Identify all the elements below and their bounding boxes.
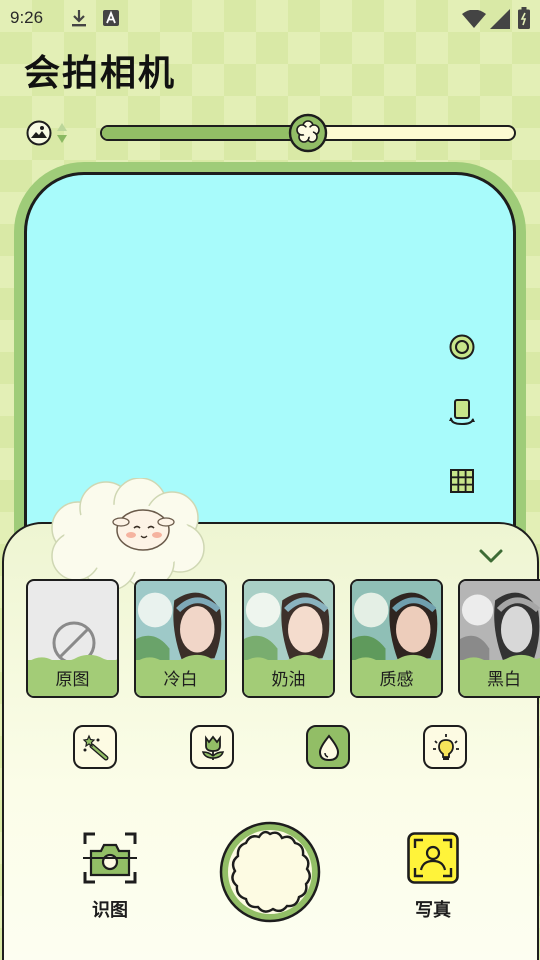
tulip-icon — [199, 734, 227, 766]
recognize-image-label: 识图 — [92, 900, 128, 921]
status-time: 9:26 — [10, 8, 44, 27]
a-notification-icon — [103, 10, 119, 30]
rotate-camera-icon[interactable] — [448, 398, 476, 426]
filter-cream[interactable]: 奶油 — [242, 579, 335, 698]
sheep-mascot — [48, 477, 206, 591]
filter-label: 原图 — [55, 670, 90, 690]
chevron-down-icon[interactable] — [478, 546, 504, 566]
signal-icon — [490, 9, 510, 33]
image-icon — [26, 120, 52, 150]
lightbulb-button[interactable] — [423, 725, 467, 769]
camera-scan-icon — [83, 832, 137, 888]
status-bar: 9:26 — [0, 0, 540, 36]
download-icon — [70, 8, 88, 32]
circle-shutter-icon[interactable] — [448, 333, 476, 361]
portrait-photo-button[interactable]: 写真 — [403, 832, 463, 932]
water-drop-icon — [316, 733, 342, 767]
filter-black-white[interactable]: 黑白 — [458, 579, 540, 698]
recognize-image-button[interactable]: 识图 — [80, 832, 140, 932]
image-mode-toggle[interactable] — [26, 120, 72, 148]
up-down-arrows-icon — [56, 122, 68, 148]
tulip-button[interactable] — [190, 725, 234, 769]
filter-label: 黑白 — [487, 670, 521, 690]
filter-label: 质感 — [379, 670, 414, 690]
magic-wand-icon — [82, 734, 110, 766]
battery-icon — [518, 7, 530, 33]
water-drop-button[interactable] — [306, 725, 350, 769]
portrait-frame-icon — [407, 832, 459, 888]
app-title: 会拍相机 — [24, 53, 177, 94]
shutter-button[interactable] — [218, 820, 322, 924]
lightbulb-icon — [432, 732, 460, 768]
filter-texture[interactable]: 质感 — [350, 579, 443, 698]
wifi-icon — [462, 9, 486, 32]
portrait-photo-label: 写真 — [415, 900, 451, 921]
magic-wand-button[interactable] — [73, 725, 117, 769]
grid-icon[interactable] — [448, 467, 476, 495]
filter-cool-white[interactable]: 冷白 — [134, 579, 227, 698]
slider-fill — [102, 127, 310, 139]
filter-label: 冷白 — [163, 670, 198, 690]
filter-label: 奶油 — [271, 670, 306, 690]
filter-original[interactable]: 原图 — [26, 579, 119, 698]
slider-thumb[interactable] — [288, 113, 328, 153]
